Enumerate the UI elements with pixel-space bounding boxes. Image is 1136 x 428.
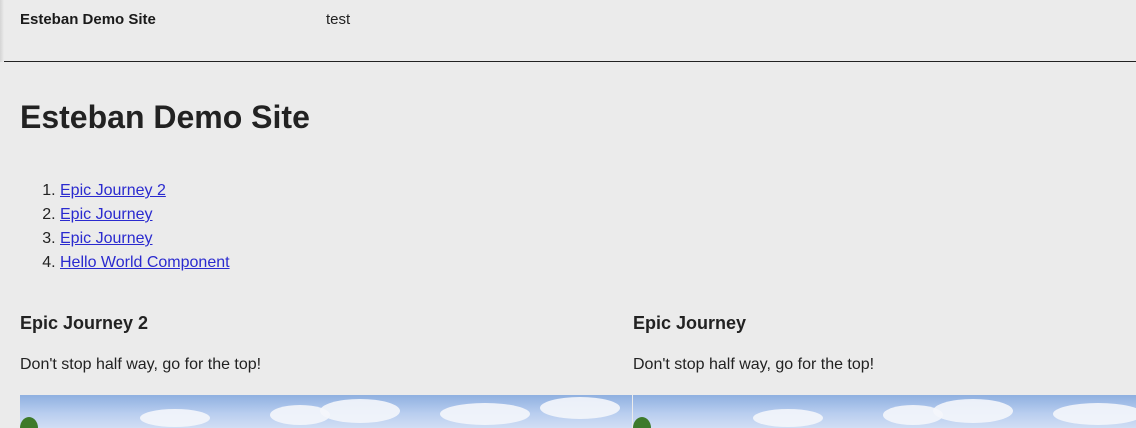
site-brand[interactable]: Esteban Demo Site	[20, 11, 156, 28]
page-title: Esteban Demo Site	[20, 99, 310, 135]
toc-link-hello-world-component[interactable]: Hello World Component	[60, 254, 230, 271]
toc-link-epic-journey-2[interactable]: Epic Journey 2	[60, 182, 166, 199]
card-text: Don't stop half way, go for the top!	[633, 356, 875, 373]
table-of-contents: Epic Journey 2 Epic Journey Epic Journey…	[20, 179, 230, 275]
card-text: Don't stop half way, go for the top!	[20, 356, 262, 373]
sky-landscape-image	[20, 395, 632, 428]
card-epic-journey: Epic Journey Don't stop half way, go for…	[633, 311, 1136, 428]
left-edge-shadow	[0, 0, 4, 62]
toc-item: Epic Journey	[60, 227, 230, 251]
card-title: Epic Journey	[633, 313, 747, 333]
sky-landscape-image	[633, 395, 1136, 428]
toc-item: Hello World Component	[60, 251, 230, 275]
nav-item-test[interactable]: test	[326, 11, 350, 28]
toc-link-epic-journey[interactable]: Epic Journey	[60, 230, 153, 247]
toc-item: Epic Journey 2	[60, 179, 230, 203]
toc-link-epic-journey[interactable]: Epic Journey	[60, 206, 153, 223]
toc-item: Epic Journey	[60, 203, 230, 227]
card-epic-journey-2: Epic Journey 2 Don't stop half way, go f…	[20, 311, 632, 428]
card-title: Epic Journey 2	[20, 313, 149, 333]
page: Esteban Demo Site test Esteban Demo Site…	[0, 0, 1136, 428]
top-header: Esteban Demo Site test	[0, 0, 1136, 62]
